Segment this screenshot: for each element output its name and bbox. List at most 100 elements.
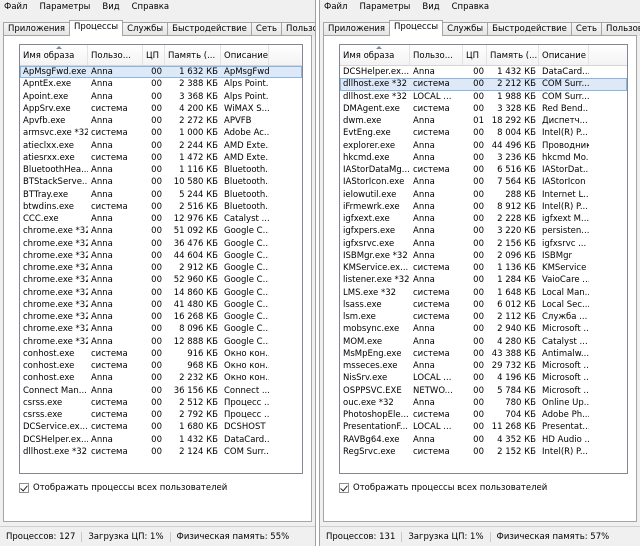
show-all-processes[interactable]: Отображать процессы всех пользователей	[19, 483, 227, 493]
process-row[interactable]: NisSrv.exe LOCAL ... 00 4 196 КБ Microsoft .…	[340, 372, 627, 384]
process-row[interactable]: BTTray.exe Anna 00 5 244 КБ Bluetooth...	[20, 189, 302, 201]
process-row[interactable]: dllhost.exe *32 система 00 2 124 КБ COM Surr…	[20, 446, 302, 458]
process-row[interactable]: dwm.exe Anna 01 18 292 КБ Диспетч...	[340, 115, 627, 127]
process-row[interactable]: chrome.exe *32 Anna 00 41 480 КБ Google C...	[20, 299, 302, 311]
column-image-name[interactable]: Имя образа	[20, 45, 88, 65]
process-row[interactable]: chrome.exe *32 Anna 00 51 092 КБ Google C...	[20, 225, 302, 237]
process-row[interactable]: explorer.exe Anna 00 44 496 КБ Проводник	[340, 140, 627, 152]
menu-view[interactable]: Вид	[102, 2, 119, 12]
column-cpu[interactable]: ЦП	[463, 45, 487, 65]
process-row[interactable]: lsass.exe система 00 6 012 КБ Local Sec...	[340, 299, 627, 311]
process-row[interactable]: PresentationF... LOCAL ... 00 11 268 КБ Pres…	[340, 421, 627, 433]
process-row[interactable]: chrome.exe *32 Anna 00 16 268 КБ Google C...	[20, 311, 302, 323]
process-row[interactable]: csrss.exe система 00 2 512 КБ Процесс ...	[20, 397, 302, 409]
column-user[interactable]: Пользо...	[410, 45, 463, 65]
process-row[interactable]: igfxsrvc.exe Anna 00 2 156 КБ igfxsrvc ...	[340, 238, 627, 250]
process-row[interactable]: IAStorDataMg... система 00 6 516 КБ IAStorDa…	[340, 164, 627, 176]
process-row[interactable]: chrome.exe *32 Anna 00 12 888 КБ Google C...	[20, 336, 302, 348]
process-row[interactable]: chrome.exe *32 Anna 00 14 860 КБ Google C...	[20, 287, 302, 299]
process-row[interactable]: dllhost.exe *32 LOCAL ... 00 1 988 КБ COM Su…	[340, 91, 627, 103]
process-row[interactable]: ApntEx.exe Anna 00 2 388 КБ Alps Point...	[20, 78, 302, 90]
show-all-checkbox[interactable]	[339, 483, 349, 493]
tab-services[interactable]: Службы	[122, 22, 169, 36]
process-row[interactable]: chrome.exe *32 Anna 00 52 960 КБ Google C...	[20, 274, 302, 286]
process-row[interactable]: OSPPSVC.EXE NETWO... 00 5 784 КБ Microsoft .…	[340, 385, 627, 397]
process-row[interactable]: IAStorIcon.exe Anna 00 7 564 КБ IAStorIcon	[340, 176, 627, 188]
process-row[interactable]: mobsync.exe Anna 00 2 940 КБ Microsoft ...	[340, 323, 627, 335]
process-row[interactable]: DCSHelper.ex... Anna 00 1 432 КБ DataCard...	[20, 434, 302, 446]
process-row[interactable]: Apvfb.exe Anna 00 2 272 КБ APVFB	[20, 115, 302, 127]
menu-help[interactable]: Справка	[452, 2, 489, 12]
process-list[interactable]: Имя образа Пользо... ЦП Память (... Описание…	[339, 44, 628, 474]
menu-options[interactable]: Параметры	[39, 2, 90, 12]
process-row[interactable]: btwdins.exe система 00 2 516 КБ Bluetooth...	[20, 201, 302, 213]
process-row[interactable]: RegSrvc.exe система 00 2 152 КБ Intel(R) P..…	[340, 446, 627, 458]
column-description[interactable]: Описание	[221, 45, 269, 65]
process-row[interactable]: RAVBg64.exe Anna 00 4 352 КБ HD Audio ...	[340, 434, 627, 446]
process-row[interactable]: conhost.exe система 00 916 КБ Окно кон...	[20, 348, 302, 360]
process-row[interactable]: BTStackServe... Anna 00 10 580 КБ Bluetooth.…	[20, 176, 302, 188]
tab-applications[interactable]: Приложения	[3, 22, 71, 36]
process-row[interactable]: PhotoshopEle... система 00 704 КБ Adobe Ph..…	[340, 409, 627, 421]
menu-view[interactable]: Вид	[422, 2, 439, 12]
process-row[interactable]: MsMpEng.exe система 00 43 388 КБ Antimalw...	[340, 348, 627, 360]
process-row[interactable]: CCC.exe Anna 00 12 976 КБ Catalyst ...	[20, 213, 302, 225]
process-row[interactable]: chrome.exe *32 Anna 00 8 096 КБ Google C...	[20, 323, 302, 335]
process-row[interactable]: dllhost.exe *32 система 00 2 212 КБ COM Surr…	[340, 78, 627, 91]
process-row[interactable]: conhost.exe система 00 968 КБ Окно кон...	[20, 360, 302, 372]
tab-performance[interactable]: Быстродействие	[167, 22, 252, 36]
process-row[interactable]: DCService.ex... система 00 1 680 КБ DCSHOST	[20, 421, 302, 433]
process-row[interactable]: chrome.exe *32 Anna 00 36 476 КБ Google C...	[20, 238, 302, 250]
menu-help[interactable]: Справка	[132, 2, 169, 12]
process-row[interactable]: igfxext.exe Anna 00 2 228 КБ igfxext M...	[340, 213, 627, 225]
column-description[interactable]: Описание	[539, 45, 589, 65]
process-row[interactable]: ielowutil.exe Anna 00 288 КБ Internet L...	[340, 189, 627, 201]
process-row[interactable]: atieclxx.exe Anna 00 2 244 КБ AMD Exte...	[20, 140, 302, 152]
tab-users[interactable]: Пользователи	[601, 22, 640, 36]
process-row[interactable]: igfxpers.exe Anna 00 3 220 КБ persisten...	[340, 225, 627, 237]
process-row[interactable]: BluetoothHea... Anna 00 1 116 КБ Bluetooth..…	[20, 164, 302, 176]
process-row[interactable]: DCSHelper.ex... Anna 00 1 432 КБ DataCard...	[340, 66, 627, 78]
process-row[interactable]: ouc.exe *32 Anna 00 780 КБ Online Up...	[340, 397, 627, 409]
process-row[interactable]: lsm.exe система 00 2 112 КБ Служба ...	[340, 311, 627, 323]
menu-file[interactable]: Файл	[4, 2, 27, 12]
process-row[interactable]: iFrmewrk.exe Anna 00 8 912 КБ Intel(R) P...	[340, 201, 627, 213]
tab-networking[interactable]: Сеть	[570, 22, 603, 36]
process-row[interactable]: hkcmd.exe Anna 00 3 236 КБ hkcmd Mo...	[340, 152, 627, 164]
process-row[interactable]: LMS.exe *32 система 00 1 648 КБ Local Man...	[340, 287, 627, 299]
process-row[interactable]: msseces.exe Anna 00 29 732 КБ Microsoft ...	[340, 360, 627, 372]
process-list[interactable]: Имя образа Пользо... ЦП Память (... Описание…	[19, 44, 303, 474]
column-user[interactable]: Пользо...	[88, 45, 143, 65]
process-row[interactable]: armsvc.exe *32 система 00 1 000 КБ Adobe Ac.…	[20, 127, 302, 139]
process-row[interactable]: ISBMgr.exe *32 Anna 00 2 096 КБ ISBMgr	[340, 250, 627, 262]
tab-processes[interactable]: Процессы	[389, 20, 444, 36]
process-row[interactable]: KMService.ex... система 00 1 136 КБ KMServic…	[340, 262, 627, 274]
tab-processes[interactable]: Процессы	[69, 20, 124, 36]
process-row[interactable]: Apoint.exe Anna 00 3 368 КБ Alps Point...	[20, 91, 302, 103]
process-row[interactable]: atiesrxx.exe система 00 1 472 КБ AMD Exte...	[20, 152, 302, 164]
process-row[interactable]: DMAgent.exe система 00 3 328 КБ Red Bend...	[340, 103, 627, 115]
process-row[interactable]: AppSrv.exe система 00 4 200 КБ WiMAX S...	[20, 103, 302, 115]
show-all-checkbox[interactable]	[19, 483, 29, 493]
process-row[interactable]: Connect Man... Anna 00 36 156 КБ Connect ...	[20, 385, 302, 397]
tab-applications[interactable]: Приложения	[323, 22, 391, 36]
column-memory[interactable]: Память (...	[165, 45, 221, 65]
process-row[interactable]: conhost.exe Anna 00 2 232 КБ Окно кон...	[20, 372, 302, 384]
process-row[interactable]: chrome.exe *32 Anna 00 2 912 КБ Google C...	[20, 262, 302, 274]
process-row[interactable]: ApMsgFwd.exe Anna 00 1 632 КБ ApMsgFwd	[20, 66, 302, 79]
column-cpu[interactable]: ЦП	[143, 45, 165, 65]
show-all-processes[interactable]: Отображать процессы всех пользователей	[339, 483, 547, 493]
menu-options[interactable]: Параметры	[359, 2, 410, 12]
menu-file[interactable]: Файл	[324, 2, 347, 12]
process-row[interactable]: chrome.exe *32 Anna 00 44 604 КБ Google C...	[20, 250, 302, 262]
process-row[interactable]: csrss.exe система 00 2 792 КБ Процесс ...	[20, 409, 302, 421]
column-image-name[interactable]: Имя образа	[340, 45, 410, 65]
column-memory[interactable]: Память (...	[487, 45, 539, 65]
tab-services[interactable]: Службы	[442, 22, 489, 36]
process-row[interactable]: listener.exe *32 Anna 00 1 284 КБ VaioCare .…	[340, 274, 627, 286]
process-row[interactable]: MOM.exe Anna 00 4 280 КБ Catalyst ...	[340, 336, 627, 348]
tab-users[interactable]: Пользователи	[281, 22, 315, 36]
process-row[interactable]: EvtEng.exe система 00 8 004 КБ Intel(R) P...	[340, 127, 627, 139]
tab-networking[interactable]: Сеть	[250, 22, 283, 36]
tab-performance[interactable]: Быстродействие	[487, 22, 572, 36]
